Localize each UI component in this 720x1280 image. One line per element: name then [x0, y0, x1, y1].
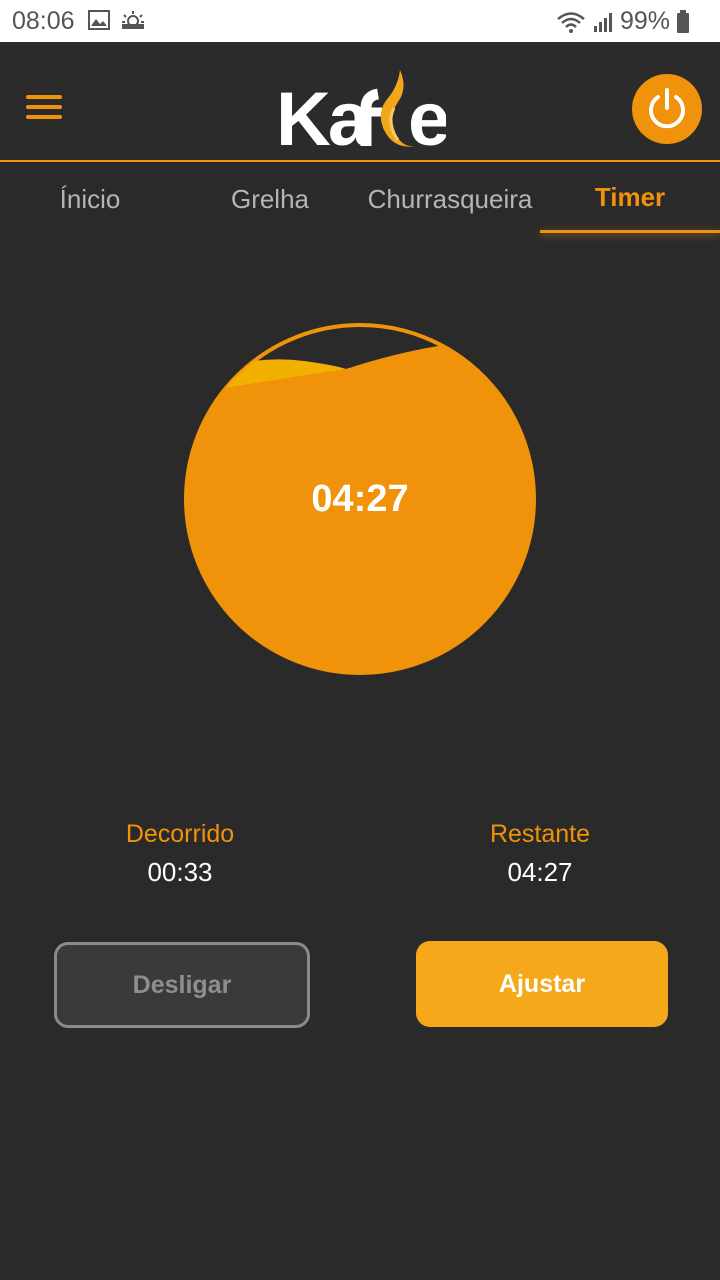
battery-percent: 99%: [619, 7, 670, 35]
tab-churrasqueira[interactable]: Churrasqueira: [356, 164, 544, 234]
weather-icon: [122, 11, 144, 29]
elapsed-label: Decorrido: [125, 820, 235, 848]
elapsed-stat: Decorrido 00:33: [60, 820, 300, 888]
wifi-icon: [557, 11, 585, 33]
timer-circle: 04:27: [184, 323, 536, 675]
tab-timer[interactable]: Timer: [540, 164, 720, 230]
power-icon: [649, 88, 685, 129]
power-button[interactable]: [632, 74, 702, 144]
svg-text:Ka: Ka: [276, 77, 371, 152]
turn-off-button[interactable]: Desligar: [54, 942, 310, 1028]
status-bar: 08:06 99%: [0, 0, 720, 42]
status-left-icons: [88, 10, 146, 30]
tab-bar: Ínicio Grelha Churrasqueira Timer: [0, 164, 720, 236]
remaining-label: Restante: [489, 820, 591, 848]
app-bar: Ka er: [0, 42, 720, 162]
signal-icon: [593, 12, 612, 32]
logo: Ka er: [276, 68, 479, 162]
adjust-button[interactable]: Ajustar: [416, 941, 668, 1027]
tab-active-indicator: [540, 230, 720, 233]
image-icon: [88, 10, 110, 30]
svg-text:er: er: [408, 77, 446, 152]
battery-icon: [677, 9, 689, 33]
tab-inicio[interactable]: Ínicio: [0, 164, 180, 234]
logo-image: Ka er: [276, 70, 479, 162]
elapsed-value: 00:33: [147, 857, 213, 887]
tab-grelha[interactable]: Grelha: [180, 164, 360, 234]
timer-display: 04:27: [311, 477, 409, 520]
remaining-value: 04:27: [507, 857, 573, 887]
status-time: 08:06: [12, 7, 75, 35]
hamburger-menu-icon[interactable]: [26, 95, 62, 121]
remaining-stat: Restante 04:27: [420, 820, 660, 888]
status-right: 99%: [556, 7, 690, 36]
